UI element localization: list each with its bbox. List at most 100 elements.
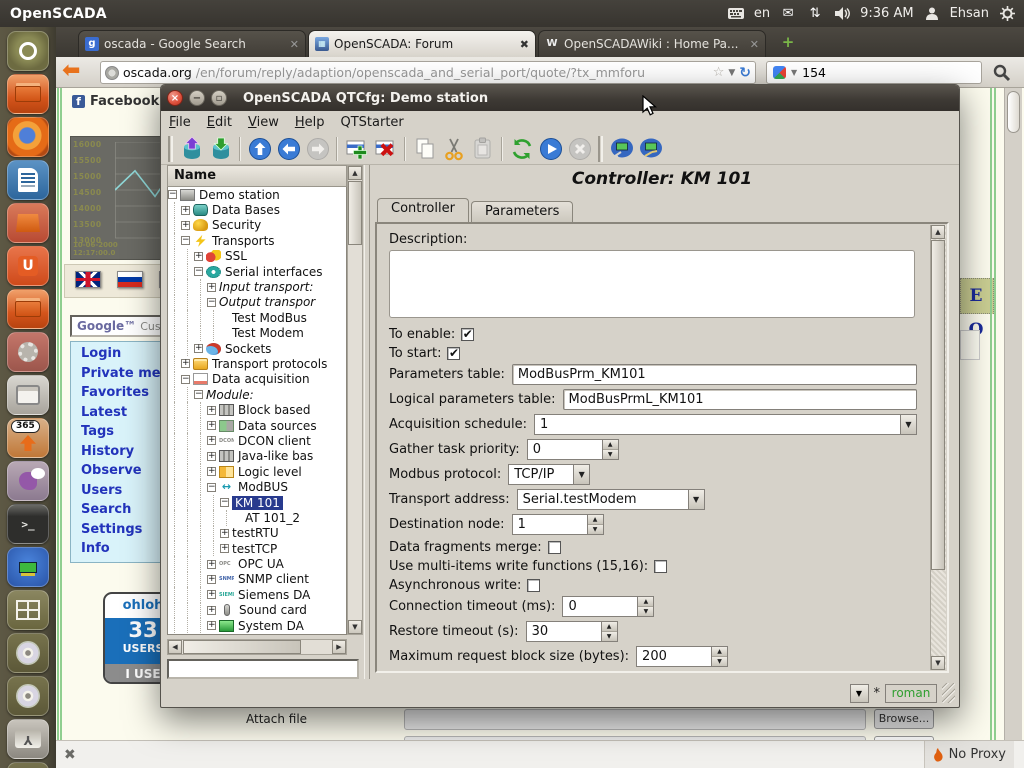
facebook-icon[interactable]: f — [72, 95, 85, 108]
collapse-icon[interactable]: − — [168, 190, 177, 199]
spin-up-icon[interactable]: ▲ — [588, 515, 603, 525]
site-identity-icon[interactable] — [105, 66, 119, 80]
tree-item-label[interactable]: Data acquisition — [212, 372, 310, 386]
collapse-icon[interactable]: − — [207, 298, 216, 307]
scroll-down-button[interactable]: ▼ — [931, 656, 945, 670]
tree-item-at-101-2[interactable]: AT 101_2 — [168, 510, 346, 525]
launcher-item-update-manager[interactable]: 365 — [7, 418, 49, 458]
tree-item-modbus[interactable]: −↔ModBUS — [168, 479, 346, 494]
url-bar[interactable]: oscada.org /en/forum/reply/adaption/open… — [100, 61, 756, 84]
spin-down-icon[interactable]: ▼ — [588, 525, 603, 534]
combo-acquisition-schedule[interactable]: 1▼ — [534, 414, 917, 435]
tree-item-block-based[interactable]: +Block based — [168, 402, 346, 417]
tree-item-label[interactable]: DCON client — [238, 434, 311, 448]
combo-transport-address[interactable]: Serial.testModem▼ — [517, 489, 705, 510]
launcher-item-folder-2[interactable] — [7, 289, 49, 329]
launcher-item-system-settings[interactable] — [7, 332, 49, 372]
launcher-item-workspace-switcher[interactable] — [7, 590, 49, 630]
spin-down-icon[interactable]: ▼ — [602, 632, 617, 641]
search-engine-dropdown-icon[interactable]: ▼ — [791, 68, 797, 77]
tree-item-data-sources[interactable]: +Data sources — [168, 418, 346, 433]
launcher-item-firefox[interactable] — [7, 117, 49, 157]
spinbox-destination-node[interactable]: 1▲▼ — [512, 514, 604, 535]
spin-down-icon[interactable]: ▼ — [603, 450, 618, 459]
checkbox-asynchronous-write[interactable] — [527, 579, 540, 592]
add-item-button[interactable] — [343, 135, 370, 162]
launcher-item-home-folder[interactable] — [7, 74, 49, 114]
launcher-item-disc-2[interactable] — [7, 676, 49, 716]
qtstarter-starter-button[interactable] — [637, 135, 664, 162]
new-tab-button[interactable]: + — [776, 33, 800, 53]
scroll-right-button[interactable]: ▶ — [332, 640, 346, 654]
tree-item-input-transport-[interactable]: +Input transport: — [168, 279, 346, 294]
tree-item-transport-protocols[interactable]: +Transport protocols — [168, 356, 346, 371]
tree-item-module-[interactable]: −Module: — [168, 387, 346, 402]
tab-close-icon[interactable]: ✕ — [750, 38, 759, 51]
spin-down-icon[interactable]: ▼ — [712, 657, 727, 666]
spin-arrows[interactable]: ▲▼ — [711, 647, 727, 666]
load-from-db-button[interactable] — [178, 135, 205, 162]
search-engine-icon[interactable] — [773, 66, 786, 79]
expand-icon[interactable]: + — [194, 344, 203, 353]
launcher-item-openscada[interactable] — [7, 547, 49, 587]
tree-item-data-bases[interactable]: +Data Bases — [168, 202, 346, 217]
flag-uk-icon[interactable] — [75, 271, 101, 288]
tree-item-label[interactable]: Sound card — [239, 603, 307, 617]
tree-item-label[interactable]: SNMP client — [238, 572, 309, 586]
launcher-item-terminal[interactable]: >_ — [7, 504, 49, 544]
spin-arrows[interactable]: ▲▼ — [637, 597, 653, 616]
tree-item-label[interactable]: testTCP — [232, 542, 277, 556]
tree-item-testtcp[interactable]: +testTCP — [168, 541, 346, 556]
scroll-left-button[interactable]: ◀ — [168, 640, 182, 654]
combo-modbus-protocol[interactable]: TCP/IP▼ — [508, 464, 590, 485]
launcher-item-libreoffice-writer[interactable] — [7, 160, 49, 200]
tab-close-icon[interactable]: ✖ — [520, 38, 529, 51]
collapse-icon[interactable]: − — [181, 236, 190, 245]
tree-horizontal-scrollbar[interactable]: ◀ ▶ — [167, 639, 347, 655]
combo-dropdown-icon[interactable]: ▼ — [573, 464, 590, 485]
tree-filter-input[interactable] — [167, 659, 359, 679]
window-close-button[interactable]: × — [167, 90, 183, 106]
session-user-label[interactable]: Ehsan — [950, 6, 989, 21]
tree-item-label[interactable]: Sockets — [225, 342, 271, 356]
tree-item-demo-station[interactable]: − Demo station — [168, 187, 346, 202]
tree-vertical-scrollbar[interactable]: ▲ ▼ — [347, 165, 363, 635]
expand-icon[interactable]: + — [207, 406, 216, 415]
tree-vscroll-thumb[interactable] — [348, 181, 362, 245]
window-titlebar[interactable]: × − ▫ OpenSCADA QTCfg: Demo station — [161, 85, 959, 111]
tree-item-label[interactable]: KM 101 — [232, 496, 283, 510]
tree-item-java-like-bas[interactable]: +Java-like bas — [168, 449, 346, 464]
tree-item-label[interactable]: Test ModBus — [232, 311, 307, 325]
tree-item-label[interactable]: Transport protocols — [212, 357, 327, 371]
expand-icon[interactable]: + — [207, 283, 216, 292]
expand-icon[interactable]: + — [207, 421, 216, 430]
launcher-item-usb-drive[interactable]: Y — [7, 719, 49, 759]
spin-arrows[interactable]: ▲▼ — [601, 622, 617, 641]
spin-up-icon[interactable]: ▲ — [638, 597, 653, 607]
browser-tab-3[interactable]: WOpenSCADAWiki : Home Pa...✕ — [538, 30, 766, 57]
launcher-item-ubuntu-one[interactable]: U — [7, 246, 49, 286]
launcher-item-software-center[interactable] — [7, 203, 49, 243]
expand-icon[interactable]: + — [207, 606, 216, 615]
tree-item-opc-ua[interactable]: +OPCOPC UA — [168, 556, 346, 571]
browser-tab-2[interactable]: ▦OpenSCADA: Forum✖ — [308, 30, 536, 57]
checkbox-data-fragments-merge[interactable] — [548, 541, 561, 554]
spinbox-connection-timeout-ms[interactable]: 0▲▼ — [562, 596, 654, 617]
tree-item-serial-interfaces[interactable]: −Serial interfaces — [168, 264, 346, 279]
tree-item-test-modem[interactable]: Test Modem — [168, 326, 346, 341]
tree-item-label[interactable]: Security — [212, 218, 261, 232]
window-minimize-button[interactable]: − — [189, 90, 205, 106]
spin-arrows[interactable]: ▲▼ — [602, 440, 618, 459]
expand-icon[interactable]: + — [207, 452, 216, 461]
spinbox-maximum-request-block-size-bytes[interactable]: 200▲▼ — [636, 646, 728, 667]
status-dropdown-button[interactable]: ▼ — [850, 684, 869, 703]
collapse-icon[interactable]: − — [194, 390, 203, 399]
scroll-up-button[interactable]: ▲ — [931, 225, 945, 239]
keyboard-layout-label[interactable]: en — [754, 6, 770, 21]
tree-item-label[interactable]: Demo station — [199, 188, 280, 202]
sound-indicator-icon[interactable] — [833, 5, 851, 23]
tree-item-transports[interactable]: − Transports — [168, 233, 346, 248]
tree-item-label[interactable]: OPC UA — [238, 557, 284, 571]
combo-dropdown-icon[interactable]: ▼ — [900, 414, 917, 435]
tree-item-label[interactable]: Transports — [212, 234, 275, 248]
